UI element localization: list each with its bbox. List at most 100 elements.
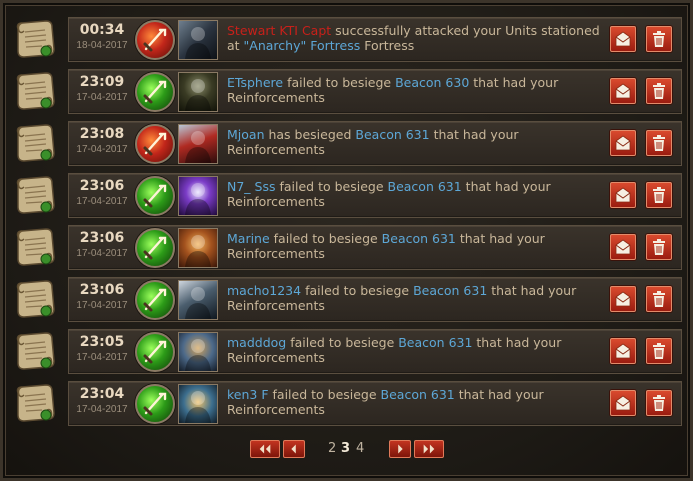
report-date: 18-04-2017 — [76, 40, 128, 51]
message-link[interactable]: "Anarchy" Fortress — [244, 38, 361, 53]
trash-icon — [653, 83, 665, 99]
player-avatar[interactable] — [178, 72, 218, 112]
report-date: 17-04-2017 — [76, 92, 128, 103]
mail-button[interactable] — [610, 234, 636, 260]
delete-button[interactable] — [646, 130, 672, 156]
message-link[interactable]: Beacon 631 — [381, 387, 455, 402]
mail-button[interactable] — [610, 78, 636, 104]
delete-button[interactable] — [646, 78, 672, 104]
avatar-figure — [185, 235, 211, 267]
report-time: 23:08 — [79, 126, 125, 142]
report-message: madddog failed to besiege Beacon 631 tha… — [227, 335, 605, 365]
chevron-right-icon — [398, 444, 403, 454]
report-scroll-button[interactable] — [12, 225, 58, 269]
report-message: Stewart KTI Capt successfully attacked y… — [227, 23, 605, 53]
report-row[interactable]: 23:06 17-04-2017 Marine failed to besiege … — [68, 225, 682, 270]
message-link[interactable]: Marine — [227, 231, 270, 246]
trash-icon — [653, 343, 665, 359]
delete-button[interactable] — [646, 26, 672, 52]
report-time: 23:05 — [79, 334, 125, 350]
report-row[interactable]: 23:06 17-04-2017 macho1234 failed to besie… — [68, 277, 682, 322]
player-avatar[interactable] — [178, 20, 218, 60]
report-row[interactable]: 23:06 17-04-2017 N7_ Sss failed to besiege… — [68, 173, 682, 218]
scroll-icon — [16, 228, 55, 266]
message-link[interactable]: Beacon 631 — [355, 127, 429, 142]
player-avatar[interactable] — [178, 228, 218, 268]
delete-button[interactable] — [646, 234, 672, 260]
delete-button[interactable] — [646, 390, 672, 416]
message-link[interactable]: macho1234 — [227, 283, 301, 298]
attack-icon — [135, 20, 175, 60]
scroll-icon — [16, 124, 55, 162]
message-link[interactable]: Beacon 631 — [398, 335, 472, 350]
siege-icon — [135, 124, 175, 164]
report-time: 23:09 — [79, 74, 125, 90]
trash-icon — [653, 395, 665, 411]
delete-button[interactable] — [646, 338, 672, 364]
mail-icon — [615, 239, 631, 255]
last-page-button[interactable] — [414, 440, 444, 458]
report-row[interactable]: 23:04 17-04-2017 ken3 F failed to besiege … — [68, 381, 682, 426]
message-link[interactable]: ETsphere — [227, 75, 283, 90]
player-avatar[interactable] — [178, 176, 218, 216]
sword-icon — [143, 132, 167, 156]
avatar-figure — [185, 287, 211, 319]
report-scroll-button[interactable] — [12, 121, 58, 165]
sword-icon — [143, 28, 167, 52]
siege-icon — [135, 72, 175, 112]
report-scroll-button[interactable] — [12, 173, 58, 217]
next-page-button[interactable] — [389, 440, 411, 458]
report-message: Mjoan has besieged Beacon 631 that had y… — [227, 127, 605, 157]
scroll-icon — [16, 20, 55, 58]
message-link[interactable]: N7_ Sss — [227, 179, 276, 194]
message-link: Stewart KTI Capt — [227, 23, 332, 38]
scroll-icon — [16, 280, 55, 318]
report-date: 17-04-2017 — [76, 248, 128, 259]
page-link-4[interactable]: 4 — [356, 441, 364, 456]
message-link[interactable]: Beacon 631 — [413, 283, 487, 298]
report-scroll-button[interactable] — [12, 17, 58, 61]
sword-icon — [143, 288, 167, 312]
report-scroll-button[interactable] — [12, 329, 58, 373]
mail-button[interactable] — [610, 182, 636, 208]
report-row[interactable]: 23:05 17-04-2017 madddog failed to besiege… — [68, 329, 682, 374]
delete-button[interactable] — [646, 182, 672, 208]
delete-button[interactable] — [646, 286, 672, 312]
report-scroll-button[interactable] — [12, 381, 58, 425]
mail-button[interactable] — [610, 26, 636, 52]
avatar-figure — [185, 27, 211, 59]
first-page-button[interactable] — [250, 440, 280, 458]
message-link[interactable]: madddog — [227, 335, 286, 350]
report-scroll-button[interactable] — [12, 277, 58, 321]
scroll-icon — [16, 332, 55, 370]
message-text: failed to besiege — [268, 387, 381, 402]
report-message: macho1234 failed to besiege Beacon 631 t… — [227, 283, 605, 313]
report-date: 17-04-2017 — [76, 144, 128, 155]
report-time: 23:04 — [79, 386, 125, 402]
report-date: 17-04-2017 — [76, 352, 128, 363]
message-link[interactable]: Beacon 631 — [388, 179, 462, 194]
mail-button[interactable] — [610, 390, 636, 416]
chevron-left-icon — [291, 444, 296, 454]
message-text: failed to besiege — [275, 179, 388, 194]
page-link-3-current[interactable]: 3 — [341, 441, 350, 456]
player-avatar[interactable] — [178, 384, 218, 424]
message-text: failed to besiege — [286, 335, 399, 350]
prev-page-button[interactable] — [283, 440, 305, 458]
player-avatar[interactable] — [178, 124, 218, 164]
scroll-icon — [16, 176, 55, 214]
report-scroll-button[interactable] — [12, 69, 58, 113]
mail-button[interactable] — [610, 130, 636, 156]
report-row[interactable]: 23:08 17-04-2017 Mjoan has besieged Beacon… — [68, 121, 682, 166]
mail-button[interactable] — [610, 286, 636, 312]
report-row[interactable]: 00:34 18-04-2017 Stewart KTI Capt successf… — [68, 17, 682, 62]
message-link[interactable]: Beacon 630 — [395, 75, 469, 90]
player-avatar[interactable] — [178, 280, 218, 320]
page-link-2[interactable]: 2 — [328, 441, 336, 456]
message-link[interactable]: ken3 F — [227, 387, 269, 402]
mail-button[interactable] — [610, 338, 636, 364]
message-link[interactable]: Beacon 631 — [382, 231, 456, 246]
report-row[interactable]: 23:09 17-04-2017 ETsphere failed to besieg… — [68, 69, 682, 114]
player-avatar[interactable] — [178, 332, 218, 372]
message-link[interactable]: Mjoan — [227, 127, 265, 142]
